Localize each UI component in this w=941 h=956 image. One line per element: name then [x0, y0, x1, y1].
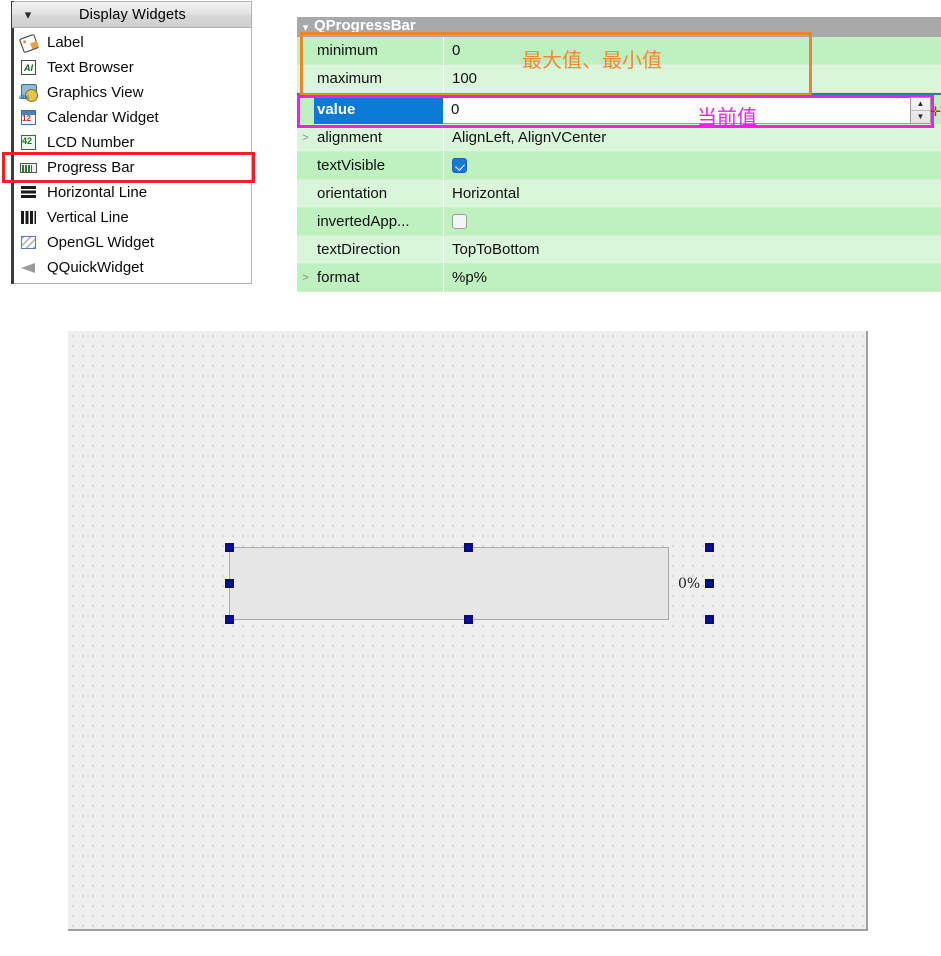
calendar-icon: 12 — [19, 108, 40, 127]
widget-item-graphics-view[interactable]: abc Graphics View — [12, 80, 251, 105]
resize-handle-top-center[interactable] — [464, 543, 473, 552]
property-name: alignment — [314, 124, 444, 151]
resize-handle-bottom-center[interactable] — [464, 615, 473, 624]
widget-item-progress-bar[interactable]: Progress Bar — [2, 152, 255, 183]
graphics-view-icon-glyph: abc — [19, 95, 30, 101]
qquick-widget-icon — [19, 258, 40, 277]
property-row-value[interactable]: value 0 — [297, 93, 941, 124]
property-row-textdirection[interactable]: textDirection TopToBottom — [297, 236, 941, 264]
opengl-widget-icon — [19, 233, 40, 252]
calendar-icon-glyph: 12 — [22, 114, 31, 123]
max-min-annotation-text: 最大值、最小值 — [522, 48, 662, 72]
label-tag-icon — [18, 33, 40, 54]
property-value[interactable]: AlignLeft, AlignVCenter — [444, 124, 941, 151]
display-widgets-list: Label AI Text Browser abc Graphics View … — [2, 28, 255, 280]
row-expander-icon — [297, 208, 314, 235]
row-expander-icon[interactable]: > — [297, 264, 314, 291]
property-name: invertedApp... — [314, 208, 444, 235]
widget-item-calendar-widget[interactable]: 12 Calendar Widget — [12, 105, 251, 130]
resize-handle-top-left[interactable] — [225, 543, 234, 552]
property-value[interactable] — [444, 208, 941, 235]
property-value-input[interactable]: 0 — [443, 95, 919, 124]
text-browser-icon-glyph: AI — [21, 60, 36, 75]
widget-item-vertical-line-text: Vertical Line — [47, 209, 129, 226]
widget-item-horizontal-line[interactable]: Horizontal Line — [12, 180, 251, 205]
display-widgets-panel: ▾ Display Widgets Label AI Text Browser … — [2, 1, 255, 284]
widget-item-label[interactable]: Label — [12, 30, 251, 55]
value-spinner[interactable]: ▲ ▼ — [910, 97, 931, 124]
row-expander-icon — [297, 236, 314, 263]
property-name: textVisible — [314, 152, 444, 179]
property-row-orientation[interactable]: orientation Horizontal — [297, 180, 941, 208]
row-expander-icon — [297, 152, 314, 179]
property-name: minimum — [314, 37, 444, 64]
row-expander-icon — [297, 180, 314, 207]
property-name: maximum — [314, 65, 444, 92]
checkbox-unchecked-icon[interactable] — [452, 214, 467, 229]
row-expander-icon — [297, 95, 314, 124]
property-row-format[interactable]: > format %p% — [297, 264, 941, 292]
lcd-number-icon: 42 — [19, 133, 40, 152]
vertical-line-icon — [19, 208, 40, 227]
cursor-marker-icon: ✛ — [930, 104, 941, 119]
progress-bar-icon — [19, 158, 40, 177]
property-value[interactable]: 100 — [444, 65, 941, 92]
widget-item-text-browser-text: Text Browser — [47, 59, 134, 76]
resize-handle-middle-left[interactable] — [225, 579, 234, 588]
widget-item-calendar-widget-text: Calendar Widget — [47, 109, 159, 126]
display-widgets-title: Display Widgets — [79, 6, 186, 23]
widget-item-opengl-widget-text: OpenGL Widget — [47, 234, 154, 251]
row-expander-icon — [297, 65, 314, 92]
property-value[interactable]: 0 — [444, 37, 941, 64]
property-rows: minimum 0 maximum 100 value 0 > alignmen… — [297, 37, 941, 292]
resize-handle-top-right[interactable] — [705, 543, 714, 552]
resize-handle-bottom-right[interactable] — [705, 615, 714, 624]
property-name: orientation — [314, 180, 444, 207]
progress-bar-percent-label: 0% — [678, 576, 701, 592]
property-value[interactable] — [444, 152, 941, 179]
widget-item-opengl-widget[interactable]: OpenGL Widget — [12, 230, 251, 255]
checkbox-checked-icon[interactable] — [452, 158, 467, 173]
widget-item-qquickwidget-text: QQuickWidget — [47, 259, 144, 276]
current-value-annotation-text: 当前值 — [697, 105, 757, 129]
property-name: value — [314, 95, 443, 124]
graphics-view-icon: abc — [19, 83, 40, 102]
widget-item-lcd-number[interactable]: 42 LCD Number — [12, 130, 251, 155]
spin-up-arrow-icon[interactable]: ▲ — [911, 98, 930, 111]
widget-item-horizontal-line-text: Horizontal Line — [47, 184, 148, 201]
property-row-alignment[interactable]: > alignment AlignLeft, AlignVCenter — [297, 124, 941, 152]
widget-item-qquickwidget[interactable]: QQuickWidget — [12, 255, 251, 280]
chevron-down-icon[interactable]: ▾ — [12, 8, 40, 21]
widget-item-lcd-number-text: LCD Number — [47, 134, 135, 151]
property-value[interactable]: %p% — [444, 264, 941, 291]
lcd-number-icon-glyph: 42 — [22, 136, 33, 146]
text-browser-icon: AI — [19, 58, 40, 77]
row-expander-icon[interactable]: > — [297, 124, 314, 151]
widget-item-label-text: Label — [47, 34, 84, 51]
property-value[interactable]: TopToBottom — [444, 236, 941, 263]
widget-item-vertical-line[interactable]: Vertical Line — [12, 205, 251, 230]
resize-handle-bottom-left[interactable] — [225, 615, 234, 624]
property-name: textDirection — [314, 236, 444, 263]
widget-item-progress-bar-text: Progress Bar — [47, 159, 135, 176]
display-widgets-header[interactable]: ▾ Display Widgets — [12, 2, 251, 28]
resize-handle-middle-right[interactable] — [705, 579, 714, 588]
property-name: format — [314, 264, 444, 291]
property-editor-header[interactable]: ▾ QProgressBar — [297, 17, 941, 37]
form-design-canvas[interactable] — [68, 331, 868, 931]
property-editor-class-name: QProgressBar — [314, 17, 416, 34]
widget-item-graphics-view-text: Graphics View — [47, 84, 144, 101]
widget-item-text-browser[interactable]: AI Text Browser — [12, 55, 251, 80]
property-value[interactable]: Horizontal — [444, 180, 941, 207]
chevron-down-icon[interactable]: ▾ — [297, 21, 314, 34]
property-row-textvisible[interactable]: textVisible — [297, 152, 941, 180]
spin-down-arrow-icon[interactable]: ▼ — [911, 111, 930, 123]
property-row-invertedappearance[interactable]: invertedApp... — [297, 208, 941, 236]
row-expander-icon — [297, 37, 314, 64]
horizontal-line-icon — [19, 183, 40, 202]
progress-bar-widget[interactable] — [229, 547, 669, 620]
